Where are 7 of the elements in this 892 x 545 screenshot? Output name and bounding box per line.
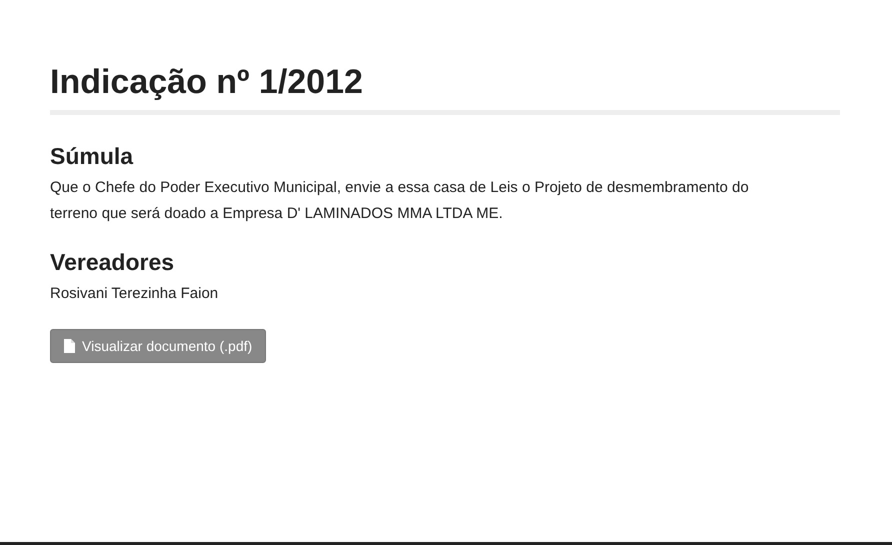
view-document-button[interactable]: Visualizar documento (.pdf) xyxy=(50,329,266,363)
document-icon xyxy=(64,339,75,353)
page-title: Indicação nº 1/2012 xyxy=(50,62,364,103)
section-heading: Súmula xyxy=(50,142,134,171)
section-text: Que o Chefe do Poder Executivo Municipal, envie a essa casa de Leis o Projeto de desmembramento do terreno que será doado a Empresa D' LAMINADOS MMA LTDA ME. xyxy=(50,178,750,224)
section-text: Rosivani Terezinha Faion xyxy=(50,284,220,304)
section-heading: Vereadores xyxy=(50,248,176,277)
